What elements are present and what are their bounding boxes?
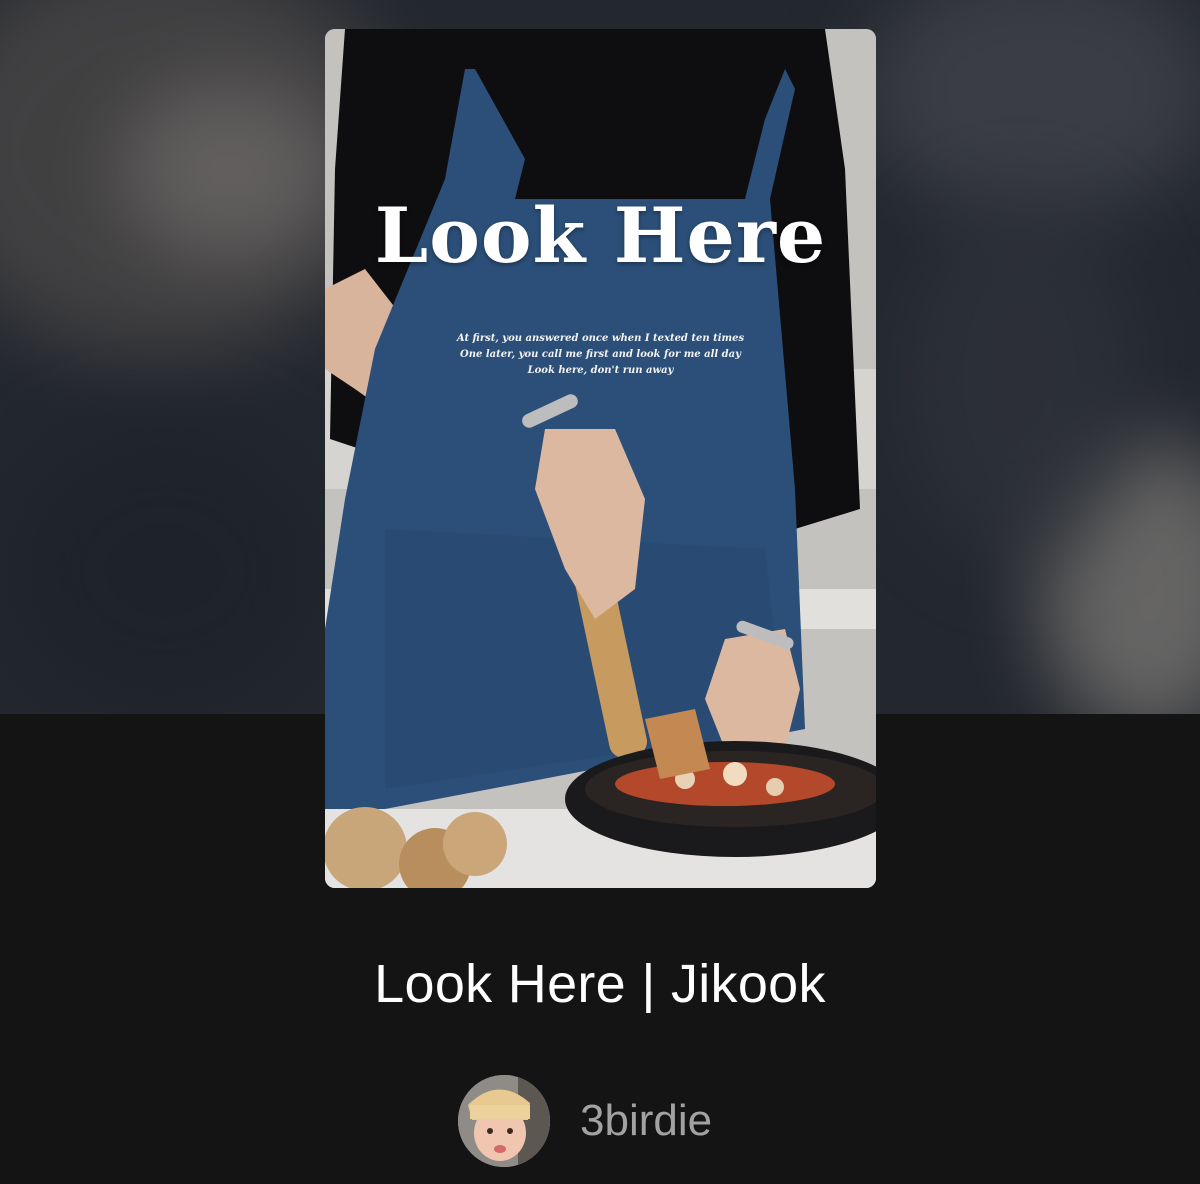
cover-photo [325, 29, 876, 888]
cover-lyric-line: One later, you call me first and look fo… [460, 349, 741, 360]
cover-lyrics: At first, you answered once when I texte… [435, 331, 766, 379]
cover-lyric-line: At first, you answered once when I texte… [456, 333, 745, 344]
cover-lyric-line: Look here, don't run away [527, 365, 674, 376]
avatar-image [458, 1075, 550, 1167]
cover-title-text: Look Here [374, 191, 827, 280]
author-username[interactable]: 3birdie [580, 1096, 712, 1146]
story-cover-image[interactable]: Look Here At first, you answered once wh… [325, 29, 876, 888]
story-title: Look Here | Jikook [374, 954, 826, 1014]
author-avatar[interactable] [458, 1075, 550, 1167]
author-row[interactable]: 3birdie [458, 1075, 712, 1167]
